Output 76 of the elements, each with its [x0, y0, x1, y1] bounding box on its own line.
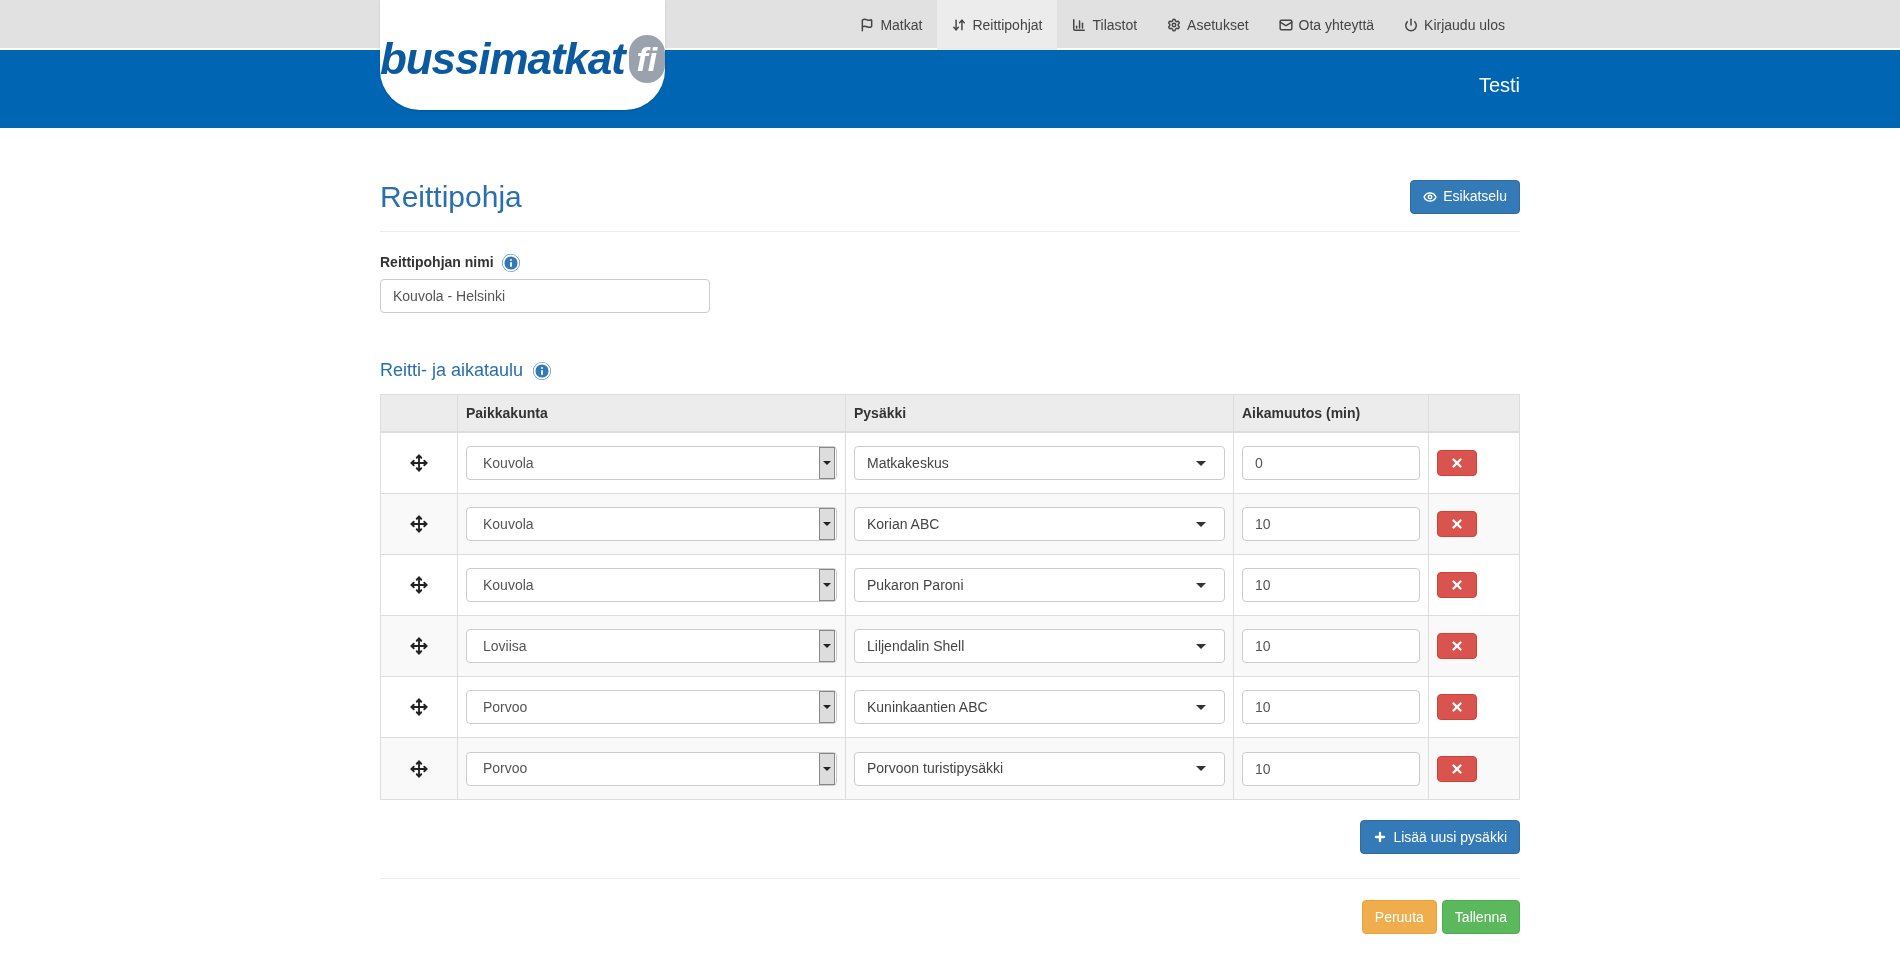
- nav-link[interactable]: Reittipohjat: [937, 0, 1058, 50]
- town-select[interactable]: Loviisa: [466, 629, 837, 663]
- flag-icon: [860, 18, 875, 32]
- caret-icon: [1196, 766, 1206, 771]
- caret-icon: [1196, 460, 1206, 466]
- settings-icon: [1167, 18, 1182, 32]
- stop-select[interactable]: Kuninkaantien ABC: [854, 690, 1225, 724]
- dropdown-button-icon: [819, 752, 835, 785]
- page-title: Reittipohja: [380, 179, 522, 215]
- caret-icon: [1196, 704, 1206, 710]
- time-offset-input-field[interactable]: 0: [1242, 446, 1420, 480]
- logo-text: bussimatkat: [380, 33, 625, 85]
- dropdown-button-icon: [819, 691, 835, 723]
- nav-link[interactable]: Asetukset: [1152, 0, 1264, 50]
- stop-select[interactable]: Korian ABC: [854, 507, 1225, 541]
- column-header: Paikkakunta: [466, 403, 548, 423]
- town-select[interactable]: Kouvola: [466, 568, 837, 602]
- delete-button[interactable]: [1437, 633, 1477, 659]
- move-handle-icon[interactable]: [410, 759, 428, 778]
- nav-link[interactable]: Tilastot: [1057, 0, 1153, 50]
- section-title: Reitti- ja aikataulu: [380, 359, 524, 382]
- move-handle-icon[interactable]: [410, 576, 428, 594]
- time-offset-input-field[interactable]: 10: [1242, 568, 1420, 602]
- delete-button[interactable]: [1437, 511, 1477, 537]
- close-icon: [1450, 578, 1464, 592]
- nav-link[interactable]: Kirjaudu ulos: [1389, 0, 1520, 50]
- envelope-icon: [1278, 18, 1293, 32]
- name-input-field[interactable]: Kouvola - Helsinki: [380, 279, 710, 313]
- dropdown-button-icon: [819, 569, 835, 601]
- delete-button[interactable]: [1437, 572, 1477, 598]
- time-offset-input-field[interactable]: 10: [1242, 690, 1420, 724]
- time-offset-input-field[interactable]: 10: [1242, 629, 1420, 663]
- bar-chart-icon: [1072, 18, 1087, 32]
- column-header: Aikamuutos (min): [1242, 403, 1361, 423]
- power-icon: [1404, 18, 1419, 32]
- move-handle-icon[interactable]: [410, 515, 428, 533]
- stop-select[interactable]: Matkakeskus: [854, 446, 1225, 480]
- dropdown-button-icon: [819, 630, 835, 662]
- move-handle-icon[interactable]: [410, 637, 428, 655]
- delete-button[interactable]: [1437, 694, 1477, 720]
- nav-link[interactable]: Ota yhteyttä: [1263, 0, 1390, 50]
- close-icon: [1450, 761, 1464, 776]
- time-offset-input-field[interactable]: 10: [1242, 751, 1420, 786]
- add-stop-button[interactable]: Lisää uusi pysäkki: [1360, 820, 1520, 854]
- caret-icon: [1196, 643, 1206, 649]
- logo-badge: fi: [628, 35, 665, 83]
- stop-select[interactable]: Porvoon turistipysäkki: [854, 751, 1225, 786]
- close-icon: [1450, 639, 1464, 653]
- move-handle-icon[interactable]: [410, 454, 428, 472]
- town-select[interactable]: Kouvola: [466, 446, 837, 480]
- town-select[interactable]: Porvoo: [466, 690, 837, 724]
- close-icon: [1450, 456, 1464, 470]
- delete-button[interactable]: [1437, 450, 1477, 476]
- field-label: Reittipohjan nimi: [380, 253, 494, 272]
- move-handle-icon[interactable]: [410, 698, 428, 716]
- town-select[interactable]: Porvoo: [466, 751, 837, 786]
- dropdown-button-icon: [819, 508, 835, 540]
- info-icon: [533, 361, 552, 380]
- caret-icon: [1196, 521, 1206, 527]
- delete-button[interactable]: [1437, 755, 1477, 782]
- stop-select[interactable]: Liljendalin Shell: [854, 629, 1225, 663]
- close-icon: [1450, 517, 1464, 531]
- eye-icon: [1423, 189, 1438, 204]
- sort-arrows-icon: [952, 18, 967, 32]
- user-name: Testi: [1478, 73, 1520, 98]
- caret-icon: [1196, 582, 1206, 588]
- plus-icon: [1373, 830, 1388, 844]
- town-select[interactable]: Kouvola: [466, 507, 837, 541]
- preview-button[interactable]: Esikatselu: [1410, 179, 1520, 214]
- stop-select[interactable]: Pukaron Paroni: [854, 568, 1225, 602]
- column-header: Pysäkki: [854, 403, 907, 423]
- time-offset-input-field[interactable]: 10: [1242, 507, 1420, 541]
- nav-link[interactable]: Matkat: [845, 0, 938, 50]
- dropdown-button-icon: [819, 447, 835, 479]
- close-icon: [1450, 700, 1464, 714]
- info-icon: [501, 253, 520, 272]
